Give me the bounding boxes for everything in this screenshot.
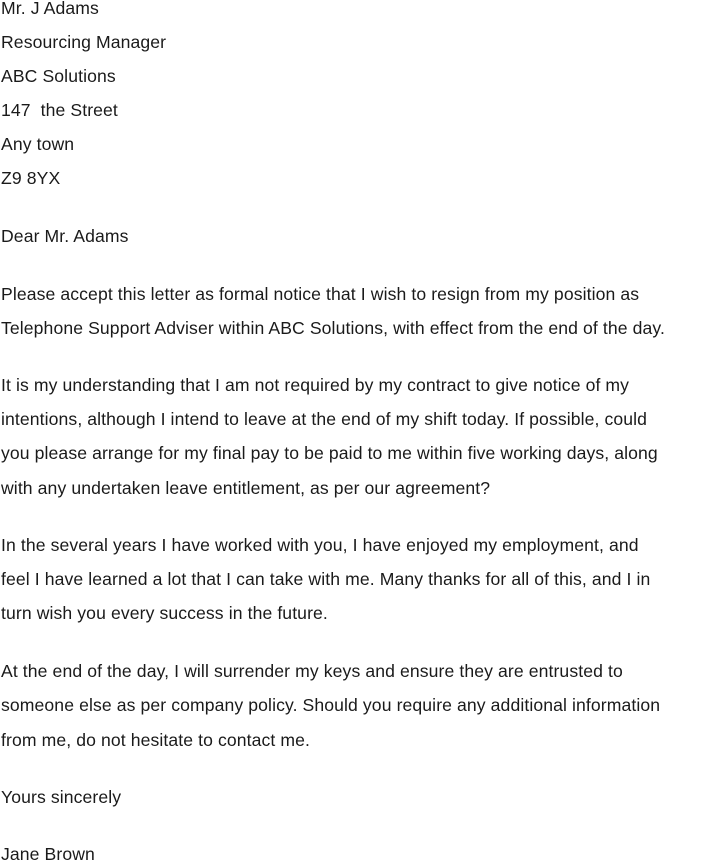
- paragraph-line: from me, do not hesitate to contact me.: [1, 730, 311, 750]
- signature-name: Jane Brown: [1, 844, 95, 864]
- recipient-name: Mr. J Adams: [1, 0, 99, 18]
- recipient-street: 147 the Street: [1, 100, 118, 120]
- paragraph-line: In the several years I have worked with …: [1, 535, 639, 555]
- paragraph-line: someone else as per company policy. Shou…: [1, 695, 661, 715]
- closing: Yours sincerely: [1, 787, 122, 807]
- recipient-company: ABC Solutions: [1, 66, 116, 86]
- recipient-postcode: Z9 8YX: [1, 168, 61, 188]
- paragraph-line: At the end of the day, I will surrender …: [1, 661, 623, 681]
- paragraph-line: feel I have learned a lot that I can tak…: [1, 569, 651, 589]
- paragraph-line: It is my understanding that I am not req…: [1, 375, 630, 395]
- recipient-town: Any town: [1, 134, 75, 154]
- paragraph-line: with any undertaken leave entitlement, a…: [1, 478, 491, 498]
- paragraph-line: you please arrange for my final pay to b…: [1, 443, 658, 463]
- paragraph-line: intentions, although I intend to leave a…: [1, 409, 648, 429]
- paragraph-line: turn wish you every success in the futur…: [1, 603, 328, 623]
- recipient-title: Resourcing Manager: [1, 32, 167, 52]
- salutation: Dear Mr. Adams: [1, 226, 129, 246]
- paragraph-line: Please accept this letter as formal noti…: [1, 284, 640, 304]
- paragraph-line: Telephone Support Adviser within ABC Sol…: [1, 318, 665, 338]
